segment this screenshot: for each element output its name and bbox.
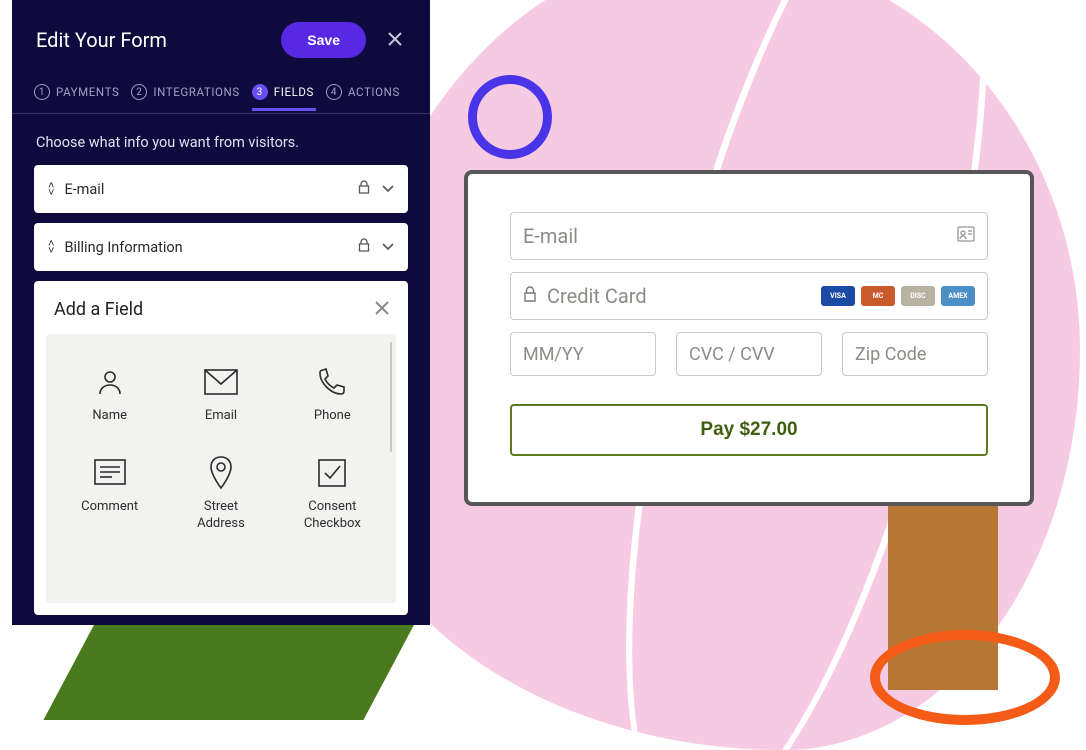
tab-label: FIELDS	[274, 85, 314, 99]
field-label: Billing Information	[64, 239, 358, 256]
bg-orange-ring	[870, 630, 1060, 725]
mail-icon	[171, 362, 270, 402]
tab-payments[interactable]: 1 PAYMENTS	[34, 80, 119, 110]
field-option-label: ConsentCheckbox	[283, 499, 382, 533]
lock-icon	[358, 238, 370, 256]
tab-fields[interactable]: 3 FIELDS	[252, 80, 314, 110]
phone-icon	[283, 362, 382, 402]
zip-input[interactable]: Zip Code	[842, 332, 988, 376]
input-placeholder: E-mail	[523, 224, 957, 248]
editor-title: Edit Your Form	[36, 28, 281, 52]
comment-icon	[60, 453, 159, 493]
editor-tabs: 1 PAYMENTS 2 INTEGRATIONS 3 FIELDS 4 ACT…	[12, 80, 430, 114]
card-brand-badges: VISA MC DISC AMEX	[821, 286, 975, 306]
save-button[interactable]: Save	[281, 22, 366, 58]
mastercard-badge: MC	[861, 286, 895, 306]
chevron-down-icon[interactable]	[382, 182, 394, 196]
pay-button[interactable]: Pay $27.00	[510, 404, 988, 456]
field-option-comment[interactable]: Comment	[54, 451, 165, 535]
lock-icon	[523, 286, 537, 306]
field-option-label: Comment	[60, 499, 159, 516]
add-field-grid-wrap: Name Email Phone	[46, 334, 396, 603]
fields-instruction: Choose what info you want from visitors.	[12, 114, 430, 165]
close-icon	[374, 300, 390, 316]
tab-number: 1	[34, 84, 50, 100]
discover-badge: DISC	[901, 286, 935, 306]
checkbox-icon	[283, 453, 382, 493]
cvc-input[interactable]: CVC / CVV	[676, 332, 822, 376]
editor-header: Edit Your Form Save	[12, 0, 430, 80]
input-placeholder: Zip Code	[855, 344, 975, 365]
tab-number: 4	[326, 84, 342, 100]
field-option-address[interactable]: StreetAddress	[165, 451, 276, 535]
input-placeholder: Credit Card	[547, 284, 821, 308]
contact-card-icon	[957, 226, 975, 246]
add-field-panel: Add a Field Name Email	[34, 281, 408, 615]
tab-label: ACTIONS	[348, 85, 400, 99]
close-button[interactable]	[384, 26, 406, 55]
tab-actions[interactable]: 4 ACTIONS	[326, 80, 400, 110]
add-field-grid: Name Email Phone	[54, 360, 388, 535]
tab-label: INTEGRATIONS	[153, 85, 239, 99]
tab-number: 3	[252, 84, 268, 100]
input-placeholder: CVC / CVV	[689, 344, 809, 365]
close-add-panel-button[interactable]	[374, 300, 390, 320]
card-details-row: MM/YY CVC / CVV Zip Code	[510, 332, 988, 376]
field-option-phone[interactable]: Phone	[277, 360, 388, 427]
drag-handle-icon[interactable]: ˄˅	[48, 183, 54, 196]
field-row-billing[interactable]: ˄˅ Billing Information	[34, 223, 408, 271]
input-placeholder: MM/YY	[523, 344, 643, 365]
bg-green-diamond	[43, 620, 416, 720]
field-option-name[interactable]: Name	[54, 360, 165, 427]
field-label: E-mail	[64, 181, 358, 198]
chevron-down-icon[interactable]	[382, 240, 394, 254]
add-field-header: Add a Field	[34, 281, 408, 334]
add-field-title: Add a Field	[54, 299, 374, 320]
pin-icon	[171, 453, 270, 493]
credit-card-input[interactable]: Credit Card VISA MC DISC AMEX	[510, 272, 988, 320]
field-option-consent[interactable]: ConsentCheckbox	[277, 451, 388, 535]
form-editor-panel: Edit Your Form Save 1 PAYMENTS 2 INTEGRA…	[12, 0, 430, 625]
email-input[interactable]: E-mail	[510, 212, 988, 260]
field-option-label: Name	[60, 408, 159, 425]
field-option-label: StreetAddress	[171, 499, 270, 533]
field-row-email[interactable]: ˄˅ E-mail	[34, 165, 408, 213]
visa-badge: VISA	[821, 286, 855, 306]
drag-handle-icon[interactable]: ˄˅	[48, 241, 54, 254]
lock-icon	[358, 180, 370, 198]
tab-number: 2	[131, 84, 147, 100]
field-option-label: Email	[171, 408, 270, 425]
tab-label: PAYMENTS	[56, 85, 119, 99]
tab-integrations[interactable]: 2 INTEGRATIONS	[131, 80, 239, 110]
user-icon	[60, 362, 159, 402]
expiry-input[interactable]: MM/YY	[510, 332, 656, 376]
bg-blue-ring	[468, 75, 552, 159]
close-icon	[388, 32, 402, 46]
payment-form-preview: E-mail Credit Card VISA MC DISC AMEX MM/…	[464, 170, 1034, 506]
field-option-label: Phone	[283, 408, 382, 425]
field-option-email[interactable]: Email	[165, 360, 276, 427]
amex-badge: AMEX	[941, 286, 975, 306]
